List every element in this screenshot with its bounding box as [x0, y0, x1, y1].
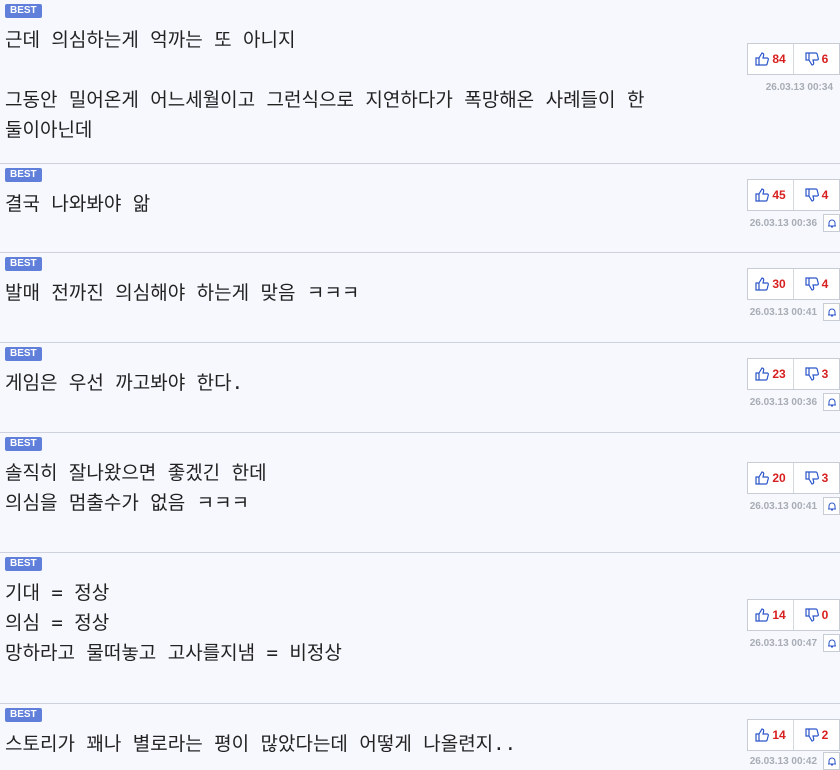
comment-date: 26.03.13 00:41	[749, 501, 817, 512]
bell-icon	[827, 219, 836, 228]
upvote-count: 23	[772, 367, 786, 381]
comment-text: 발매 전까진 의심해야 하는게 맞음 ㅋㅋㅋ	[5, 282, 360, 304]
comment-text: 게임은 우선 까고봐야 한다.	[5, 372, 244, 394]
thumbs-up-icon	[755, 471, 770, 485]
downvote-button[interactable]: 4	[794, 269, 839, 299]
thumbs-up-icon	[755, 367, 770, 381]
thumbs-down-icon	[805, 277, 819, 291]
downvote-count: 3	[821, 471, 829, 485]
downvote-count: 3	[821, 367, 829, 381]
downvote-count: 0	[821, 608, 829, 622]
thumbs-up-icon	[755, 277, 770, 291]
downvote-button[interactable]: 2	[794, 720, 839, 750]
report-button[interactable]	[823, 393, 840, 411]
comment-text: 결국 나와봐야 앎	[5, 193, 151, 215]
bell-icon	[827, 757, 836, 766]
bell-icon	[827, 398, 836, 407]
comment-item: BEST 솔직히 잘나왔으면 좋겠긴 한데 의심을 멈출수가 없음 ㅋㅋㅋ 20…	[0, 433, 840, 553]
downvote-count: 2	[821, 728, 829, 742]
vote-box: 30 4	[747, 268, 840, 300]
upvote-count: 20	[772, 471, 786, 485]
thumbs-down-icon	[805, 52, 819, 66]
comment-item: BEST 근데 의심하는게 억까는 또 아니지 그동안 밀어온게 어느세월이고 …	[0, 0, 840, 164]
best-badge: BEST	[5, 347, 42, 361]
upvote-count: 45	[772, 188, 786, 202]
vote-box: 14 0	[747, 599, 840, 631]
comment-item: BEST 기대 = 정상 의심 = 정상 망하라고 물떠놓고 고사를지냄 = 비…	[0, 553, 840, 704]
comment-item: BEST 게임은 우선 까고봐야 한다. 23 3 26.03.13 00:36	[0, 343, 840, 433]
upvote-count: 14	[772, 608, 786, 622]
bell-icon	[827, 639, 836, 648]
downvote-button[interactable]: 6	[794, 44, 839, 74]
thumbs-up-icon	[755, 188, 770, 202]
comment-date: 26.03.13 00:47	[749, 638, 817, 649]
thumbs-up-icon	[755, 728, 770, 742]
report-button[interactable]	[823, 497, 840, 515]
comment-date: 26.03.13 00:36	[749, 218, 817, 229]
comment-text: 근데 의심하는게 억까는 또 아니지 그동안 밀어온게 어느세월이고 그런식으로…	[5, 29, 645, 141]
comment-item: BEST 스토리가 꽤나 별로라는 평이 많았다는데 어떻게 나올련지.. 14…	[0, 704, 840, 770]
thumbs-down-icon	[805, 471, 819, 485]
upvote-count: 30	[772, 277, 786, 291]
vote-box: 23 3	[747, 358, 840, 390]
bell-icon	[827, 308, 836, 317]
report-button[interactable]	[823, 752, 840, 770]
bell-icon	[827, 502, 836, 511]
comment-item: BEST 결국 나와봐야 앎 45 4 26.03.13 00:36	[0, 164, 840, 253]
report-button[interactable]	[823, 214, 840, 232]
comment-text: 스토리가 꽤나 별로라는 평이 많았다는데 어떻게 나올련지..	[5, 733, 517, 755]
report-button[interactable]	[823, 634, 840, 652]
downvote-count: 6	[821, 52, 829, 66]
upvote-button[interactable]: 14	[748, 720, 794, 750]
comment-date: 26.03.13 00:34	[765, 82, 833, 93]
thumbs-down-icon	[805, 367, 819, 381]
vote-box: 45 4	[747, 179, 840, 211]
downvote-button[interactable]: 3	[794, 463, 839, 493]
thumbs-down-icon	[805, 188, 819, 202]
vote-box: 20 3	[747, 462, 840, 494]
comment-date: 26.03.13 00:41	[749, 307, 817, 318]
comment-item: BEST 발매 전까진 의심해야 하는게 맞음 ㅋㅋㅋ 30 4 26.03.1…	[0, 253, 840, 343]
upvote-button[interactable]: 23	[748, 359, 794, 389]
downvote-button[interactable]: 0	[794, 600, 839, 630]
report-button[interactable]	[823, 303, 840, 321]
thumbs-up-icon	[755, 608, 770, 622]
best-badge: BEST	[5, 708, 42, 722]
downvote-button[interactable]: 3	[794, 359, 839, 389]
best-badge: BEST	[5, 168, 42, 182]
best-badge: BEST	[5, 437, 42, 451]
vote-box: 84 6	[747, 43, 840, 75]
best-badge: BEST	[5, 557, 42, 571]
upvote-button[interactable]: 45	[748, 180, 794, 210]
upvote-count: 84	[772, 52, 786, 66]
comment-date: 26.03.13 00:42	[749, 756, 817, 767]
comment-text: 솔직히 잘나왔으면 좋겠긴 한데 의심을 멈출수가 없음 ㅋㅋㅋ	[5, 462, 267, 514]
upvote-button[interactable]: 20	[748, 463, 794, 493]
upvote-button[interactable]: 84	[748, 44, 794, 74]
thumbs-down-icon	[805, 728, 819, 742]
best-badge: BEST	[5, 257, 42, 271]
comment-text: 기대 = 정상 의심 = 정상 망하라고 물떠놓고 고사를지냄 = 비정상	[5, 582, 342, 664]
thumbs-down-icon	[805, 608, 819, 622]
downvote-count: 4	[821, 188, 829, 202]
downvote-button[interactable]: 4	[794, 180, 839, 210]
comment-date: 26.03.13 00:36	[749, 397, 817, 408]
best-badge: BEST	[5, 4, 42, 18]
downvote-count: 4	[821, 277, 829, 291]
upvote-button[interactable]: 30	[748, 269, 794, 299]
thumbs-up-icon	[755, 52, 770, 66]
upvote-count: 14	[772, 728, 786, 742]
upvote-button[interactable]: 14	[748, 600, 794, 630]
vote-box: 14 2	[747, 719, 840, 751]
